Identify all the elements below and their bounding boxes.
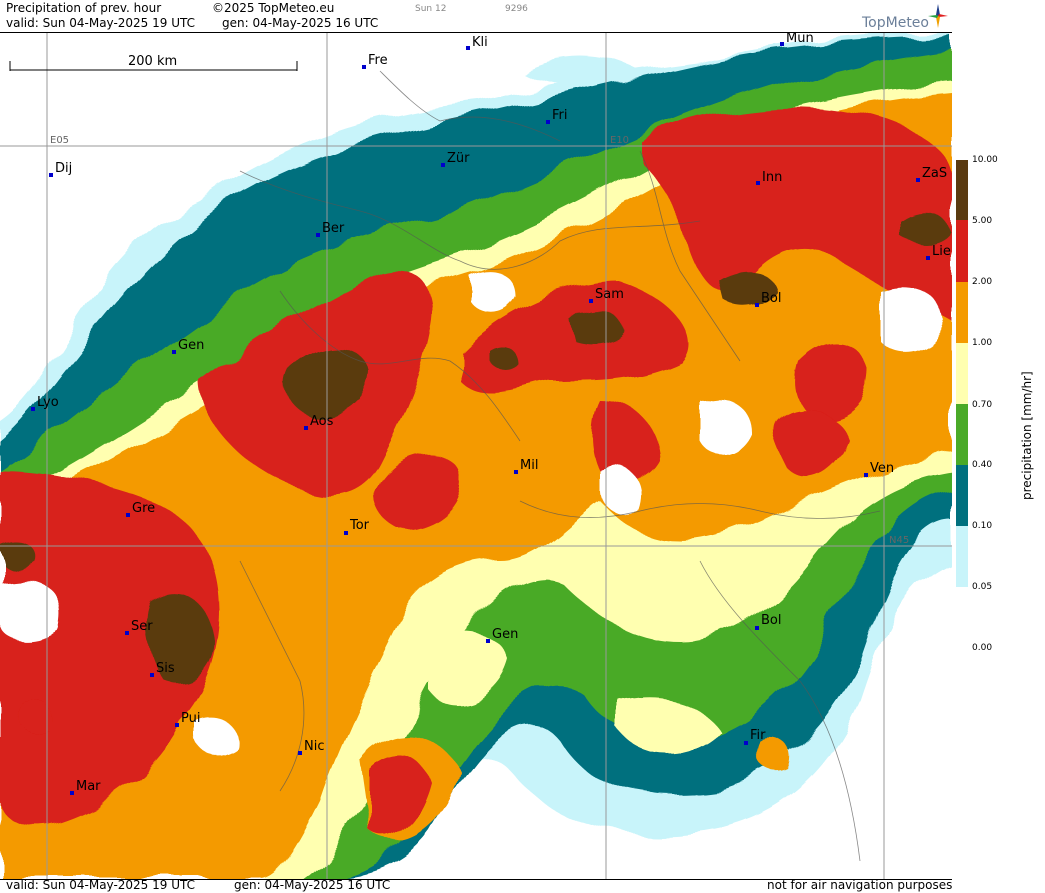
svg-text:Zür: Zür (447, 151, 470, 166)
svg-text:Kli: Kli (472, 35, 488, 50)
svg-text:Mun: Mun (786, 33, 814, 46)
city-dij[interactable]: Dij (49, 161, 72, 177)
legend-label: 0.70 (972, 400, 993, 410)
map-canvas: E05 E10 N45 200 km Kli Mun Fre Fri Dij Z… (0, 33, 952, 879)
legend-label: 0.05 (972, 582, 993, 592)
svg-text:Inn: Inn (762, 170, 782, 185)
city-sam[interactable]: Sam (589, 287, 624, 303)
legend-swatch-01 (956, 526, 968, 587)
map-title: Precipitation of prev. hour (6, 1, 162, 15)
grid-label-e10: E10 (610, 135, 629, 146)
legend-label: 5.00 (972, 216, 993, 226)
svg-text:Ven: Ven (870, 461, 894, 476)
legend-label: 0.40 (972, 460, 993, 470)
svg-text:Ser: Ser (131, 619, 153, 634)
run-id: 9296 (505, 4, 528, 14)
legend-swatch-1 (956, 343, 968, 404)
legend-swatch-5 (956, 220, 968, 282)
footer-generated-time: gen: 04-May-2025 16 UTC (234, 878, 391, 892)
svg-text:Gen: Gen (178, 338, 204, 353)
svg-text:Ber: Ber (322, 221, 345, 236)
legend-label: 1.00 (972, 338, 993, 348)
svg-text:Tor: Tor (349, 518, 370, 533)
topmeteo-logo[interactable]: TopMeteo (862, 4, 950, 32)
svg-text:ZaS: ZaS (922, 166, 947, 181)
precip-field (0, 33, 952, 879)
svg-text:Mil: Mil (520, 458, 538, 473)
footer-valid-time: valid: Sun 04-May-2025 19 UTC (6, 878, 195, 892)
logo-text: TopMeteo (862, 15, 929, 31)
legend-label: 10.00 (972, 155, 998, 165)
svg-text:Fre: Fre (368, 53, 388, 68)
svg-text:Fir: Fir (750, 728, 766, 743)
city-mun[interactable]: Mun (780, 33, 814, 46)
svg-text:Nic: Nic (304, 739, 324, 754)
disclaimer: not for air navigation purposes (767, 878, 953, 892)
svg-text:Lie: Lie (932, 244, 951, 259)
legend-swatch-10 (956, 160, 968, 220)
run-code: Sun 12 (415, 4, 447, 14)
svg-text:Sis: Sis (156, 661, 175, 676)
svg-text:Bol: Bol (761, 613, 781, 628)
svg-text:Gen: Gen (492, 627, 518, 642)
svg-text:Fri: Fri (552, 108, 568, 123)
scale-bar-label: 200 km (128, 54, 177, 69)
legend-label: 0.00 (972, 643, 993, 653)
svg-text:Mar: Mar (76, 779, 101, 794)
city-kli[interactable]: Kli (466, 35, 488, 50)
valid-time: valid: Sun 04-May-2025 19 UTC (6, 16, 195, 30)
city-fre[interactable]: Fre (362, 53, 388, 69)
grid-label-n45: N45 (889, 535, 909, 546)
svg-text:Aos: Aos (310, 414, 334, 429)
legend-swatch-2 (956, 282, 968, 343)
legend-swatch-07 (956, 404, 968, 465)
svg-text:Lyo: Lyo (37, 395, 59, 410)
copyright-text: ©2025 TopMeteo.eu (212, 1, 335, 15)
grid-label-e05: E05 (50, 135, 69, 146)
svg-text:Dij: Dij (55, 161, 72, 176)
legend-swatch-04 (956, 465, 968, 526)
svg-text:Sam: Sam (595, 287, 624, 302)
svg-text:Bol: Bol (761, 291, 781, 306)
svg-text:Pui: Pui (181, 711, 200, 726)
legend-label: 0.10 (972, 521, 993, 531)
svg-text:Gre: Gre (132, 501, 155, 516)
scale-bar: 200 km (9, 54, 298, 71)
compass-icon (928, 4, 948, 28)
precipitation-map[interactable]: E05 E10 N45 200 km Kli Mun Fre Fri Dij Z… (0, 32, 952, 880)
legend-label: 2.00 (972, 277, 993, 287)
legend-title: precipitation [mm/hr] (1020, 371, 1034, 500)
generated-time: gen: 04-May-2025 16 UTC (222, 16, 379, 30)
